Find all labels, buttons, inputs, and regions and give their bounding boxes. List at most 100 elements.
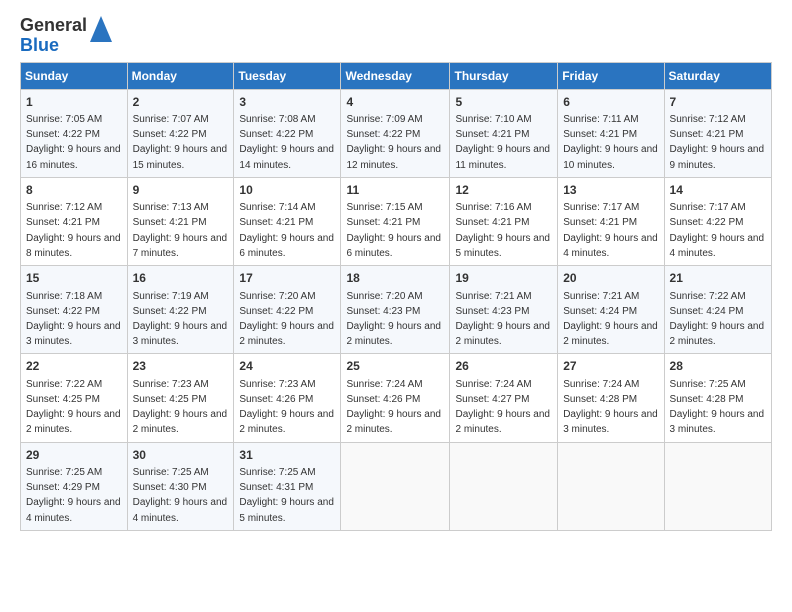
day-number: 8 bbox=[26, 182, 122, 199]
day-number: 9 bbox=[133, 182, 229, 199]
day-info: Sunrise: 7:09 AMSunset: 4:22 PMDaylight:… bbox=[346, 114, 441, 171]
calendar-day-6: 6 Sunrise: 7:11 AMSunset: 4:21 PMDayligh… bbox=[558, 89, 664, 177]
calendar-day-31: 31 Sunrise: 7:25 AMSunset: 4:31 PMDaylig… bbox=[234, 442, 341, 530]
day-info: Sunrise: 7:19 AMSunset: 4:22 PMDaylight:… bbox=[133, 291, 228, 348]
day-number: 26 bbox=[455, 358, 552, 375]
day-info: Sunrise: 7:20 AMSunset: 4:22 PMDaylight:… bbox=[239, 291, 334, 348]
calendar-header-friday: Friday bbox=[558, 62, 664, 89]
day-info: Sunrise: 7:25 AMSunset: 4:29 PMDaylight:… bbox=[26, 467, 121, 524]
calendar-day-24: 24 Sunrise: 7:23 AMSunset: 4:26 PMDaylig… bbox=[234, 354, 341, 442]
day-number: 17 bbox=[239, 270, 335, 287]
calendar-week-row: 15 Sunrise: 7:18 AMSunset: 4:22 PMDaylig… bbox=[21, 266, 772, 354]
day-info: Sunrise: 7:22 AMSunset: 4:25 PMDaylight:… bbox=[26, 379, 121, 436]
day-info: Sunrise: 7:17 AMSunset: 4:21 PMDaylight:… bbox=[563, 202, 658, 259]
calendar-week-row: 22 Sunrise: 7:22 AMSunset: 4:25 PMDaylig… bbox=[21, 354, 772, 442]
day-info: Sunrise: 7:18 AMSunset: 4:22 PMDaylight:… bbox=[26, 291, 121, 348]
calendar-day-26: 26 Sunrise: 7:24 AMSunset: 4:27 PMDaylig… bbox=[450, 354, 558, 442]
empty-day bbox=[558, 442, 664, 530]
calendar-day-17: 17 Sunrise: 7:20 AMSunset: 4:22 PMDaylig… bbox=[234, 266, 341, 354]
calendar-week-row: 8 Sunrise: 7:12 AMSunset: 4:21 PMDayligh… bbox=[21, 177, 772, 265]
day-info: Sunrise: 7:25 AMSunset: 4:31 PMDaylight:… bbox=[239, 467, 334, 524]
day-number: 15 bbox=[26, 270, 122, 287]
calendar-week-row: 29 Sunrise: 7:25 AMSunset: 4:29 PMDaylig… bbox=[21, 442, 772, 530]
day-info: Sunrise: 7:13 AMSunset: 4:21 PMDaylight:… bbox=[133, 202, 228, 259]
calendar-header-wednesday: Wednesday bbox=[341, 62, 450, 89]
calendar-day-25: 25 Sunrise: 7:24 AMSunset: 4:26 PMDaylig… bbox=[341, 354, 450, 442]
day-info: Sunrise: 7:23 AMSunset: 4:26 PMDaylight:… bbox=[239, 379, 334, 436]
day-info: Sunrise: 7:12 AMSunset: 4:21 PMDaylight:… bbox=[670, 114, 765, 171]
calendar-day-30: 30 Sunrise: 7:25 AMSunset: 4:30 PMDaylig… bbox=[127, 442, 234, 530]
day-info: Sunrise: 7:10 AMSunset: 4:21 PMDaylight:… bbox=[455, 114, 550, 171]
logo-icon bbox=[90, 14, 112, 44]
page: General Blue SundayMondayTuesdayWednesda… bbox=[0, 0, 792, 612]
day-number: 14 bbox=[670, 182, 766, 199]
calendar-header-row: SundayMondayTuesdayWednesdayThursdayFrid… bbox=[21, 62, 772, 89]
day-info: Sunrise: 7:22 AMSunset: 4:24 PMDaylight:… bbox=[670, 291, 765, 348]
day-number: 7 bbox=[670, 94, 766, 111]
day-number: 4 bbox=[346, 94, 444, 111]
day-info: Sunrise: 7:20 AMSunset: 4:23 PMDaylight:… bbox=[346, 291, 441, 348]
logo: General Blue bbox=[20, 16, 112, 56]
day-number: 20 bbox=[563, 270, 658, 287]
calendar-day-11: 11 Sunrise: 7:15 AMSunset: 4:21 PMDaylig… bbox=[341, 177, 450, 265]
day-number: 10 bbox=[239, 182, 335, 199]
day-number: 3 bbox=[239, 94, 335, 111]
calendar-day-22: 22 Sunrise: 7:22 AMSunset: 4:25 PMDaylig… bbox=[21, 354, 128, 442]
calendar-day-21: 21 Sunrise: 7:22 AMSunset: 4:24 PMDaylig… bbox=[664, 266, 771, 354]
calendar-day-16: 16 Sunrise: 7:19 AMSunset: 4:22 PMDaylig… bbox=[127, 266, 234, 354]
calendar-day-4: 4 Sunrise: 7:09 AMSunset: 4:22 PMDayligh… bbox=[341, 89, 450, 177]
day-number: 5 bbox=[455, 94, 552, 111]
calendar-day-23: 23 Sunrise: 7:23 AMSunset: 4:25 PMDaylig… bbox=[127, 354, 234, 442]
calendar-header-sunday: Sunday bbox=[21, 62, 128, 89]
day-number: 11 bbox=[346, 182, 444, 199]
calendar-header-monday: Monday bbox=[127, 62, 234, 89]
day-number: 27 bbox=[563, 358, 658, 375]
day-info: Sunrise: 7:11 AMSunset: 4:21 PMDaylight:… bbox=[563, 114, 658, 171]
calendar-day-19: 19 Sunrise: 7:21 AMSunset: 4:23 PMDaylig… bbox=[450, 266, 558, 354]
day-number: 19 bbox=[455, 270, 552, 287]
calendar-day-3: 3 Sunrise: 7:08 AMSunset: 4:22 PMDayligh… bbox=[234, 89, 341, 177]
day-number: 18 bbox=[346, 270, 444, 287]
calendar-table: SundayMondayTuesdayWednesdayThursdayFrid… bbox=[20, 62, 772, 531]
day-info: Sunrise: 7:12 AMSunset: 4:21 PMDaylight:… bbox=[26, 202, 121, 259]
calendar-day-20: 20 Sunrise: 7:21 AMSunset: 4:24 PMDaylig… bbox=[558, 266, 664, 354]
calendar-day-28: 28 Sunrise: 7:25 AMSunset: 4:28 PMDaylig… bbox=[664, 354, 771, 442]
day-number: 30 bbox=[133, 447, 229, 464]
day-info: Sunrise: 7:16 AMSunset: 4:21 PMDaylight:… bbox=[455, 202, 550, 259]
day-info: Sunrise: 7:23 AMSunset: 4:25 PMDaylight:… bbox=[133, 379, 228, 436]
calendar-day-9: 9 Sunrise: 7:13 AMSunset: 4:21 PMDayligh… bbox=[127, 177, 234, 265]
day-info: Sunrise: 7:05 AMSunset: 4:22 PMDaylight:… bbox=[26, 114, 121, 171]
day-info: Sunrise: 7:14 AMSunset: 4:21 PMDaylight:… bbox=[239, 202, 334, 259]
calendar-day-1: 1 Sunrise: 7:05 AMSunset: 4:22 PMDayligh… bbox=[21, 89, 128, 177]
calendar-day-8: 8 Sunrise: 7:12 AMSunset: 4:21 PMDayligh… bbox=[21, 177, 128, 265]
day-info: Sunrise: 7:17 AMSunset: 4:22 PMDaylight:… bbox=[670, 202, 765, 259]
day-number: 28 bbox=[670, 358, 766, 375]
day-info: Sunrise: 7:07 AMSunset: 4:22 PMDaylight:… bbox=[133, 114, 228, 171]
day-info: Sunrise: 7:24 AMSunset: 4:28 PMDaylight:… bbox=[563, 379, 658, 436]
day-number: 23 bbox=[133, 358, 229, 375]
day-number: 6 bbox=[563, 94, 658, 111]
day-info: Sunrise: 7:08 AMSunset: 4:22 PMDaylight:… bbox=[239, 114, 334, 171]
calendar-day-12: 12 Sunrise: 7:16 AMSunset: 4:21 PMDaylig… bbox=[450, 177, 558, 265]
day-number: 2 bbox=[133, 94, 229, 111]
day-info: Sunrise: 7:21 AMSunset: 4:23 PMDaylight:… bbox=[455, 291, 550, 348]
calendar-day-2: 2 Sunrise: 7:07 AMSunset: 4:22 PMDayligh… bbox=[127, 89, 234, 177]
calendar-header-tuesday: Tuesday bbox=[234, 62, 341, 89]
calendar-day-27: 27 Sunrise: 7:24 AMSunset: 4:28 PMDaylig… bbox=[558, 354, 664, 442]
day-number: 16 bbox=[133, 270, 229, 287]
logo-general: General bbox=[20, 15, 87, 35]
day-number: 24 bbox=[239, 358, 335, 375]
day-number: 22 bbox=[26, 358, 122, 375]
day-info: Sunrise: 7:21 AMSunset: 4:24 PMDaylight:… bbox=[563, 291, 658, 348]
day-info: Sunrise: 7:25 AMSunset: 4:30 PMDaylight:… bbox=[133, 467, 228, 524]
calendar-day-18: 18 Sunrise: 7:20 AMSunset: 4:23 PMDaylig… bbox=[341, 266, 450, 354]
calendar-day-7: 7 Sunrise: 7:12 AMSunset: 4:21 PMDayligh… bbox=[664, 89, 771, 177]
logo-blue: Blue bbox=[20, 35, 59, 55]
calendar-day-13: 13 Sunrise: 7:17 AMSunset: 4:21 PMDaylig… bbox=[558, 177, 664, 265]
day-info: Sunrise: 7:24 AMSunset: 4:27 PMDaylight:… bbox=[455, 379, 550, 436]
empty-day bbox=[341, 442, 450, 530]
calendar-week-row: 1 Sunrise: 7:05 AMSunset: 4:22 PMDayligh… bbox=[21, 89, 772, 177]
empty-day bbox=[664, 442, 771, 530]
calendar-day-10: 10 Sunrise: 7:14 AMSunset: 4:21 PMDaylig… bbox=[234, 177, 341, 265]
day-number: 21 bbox=[670, 270, 766, 287]
